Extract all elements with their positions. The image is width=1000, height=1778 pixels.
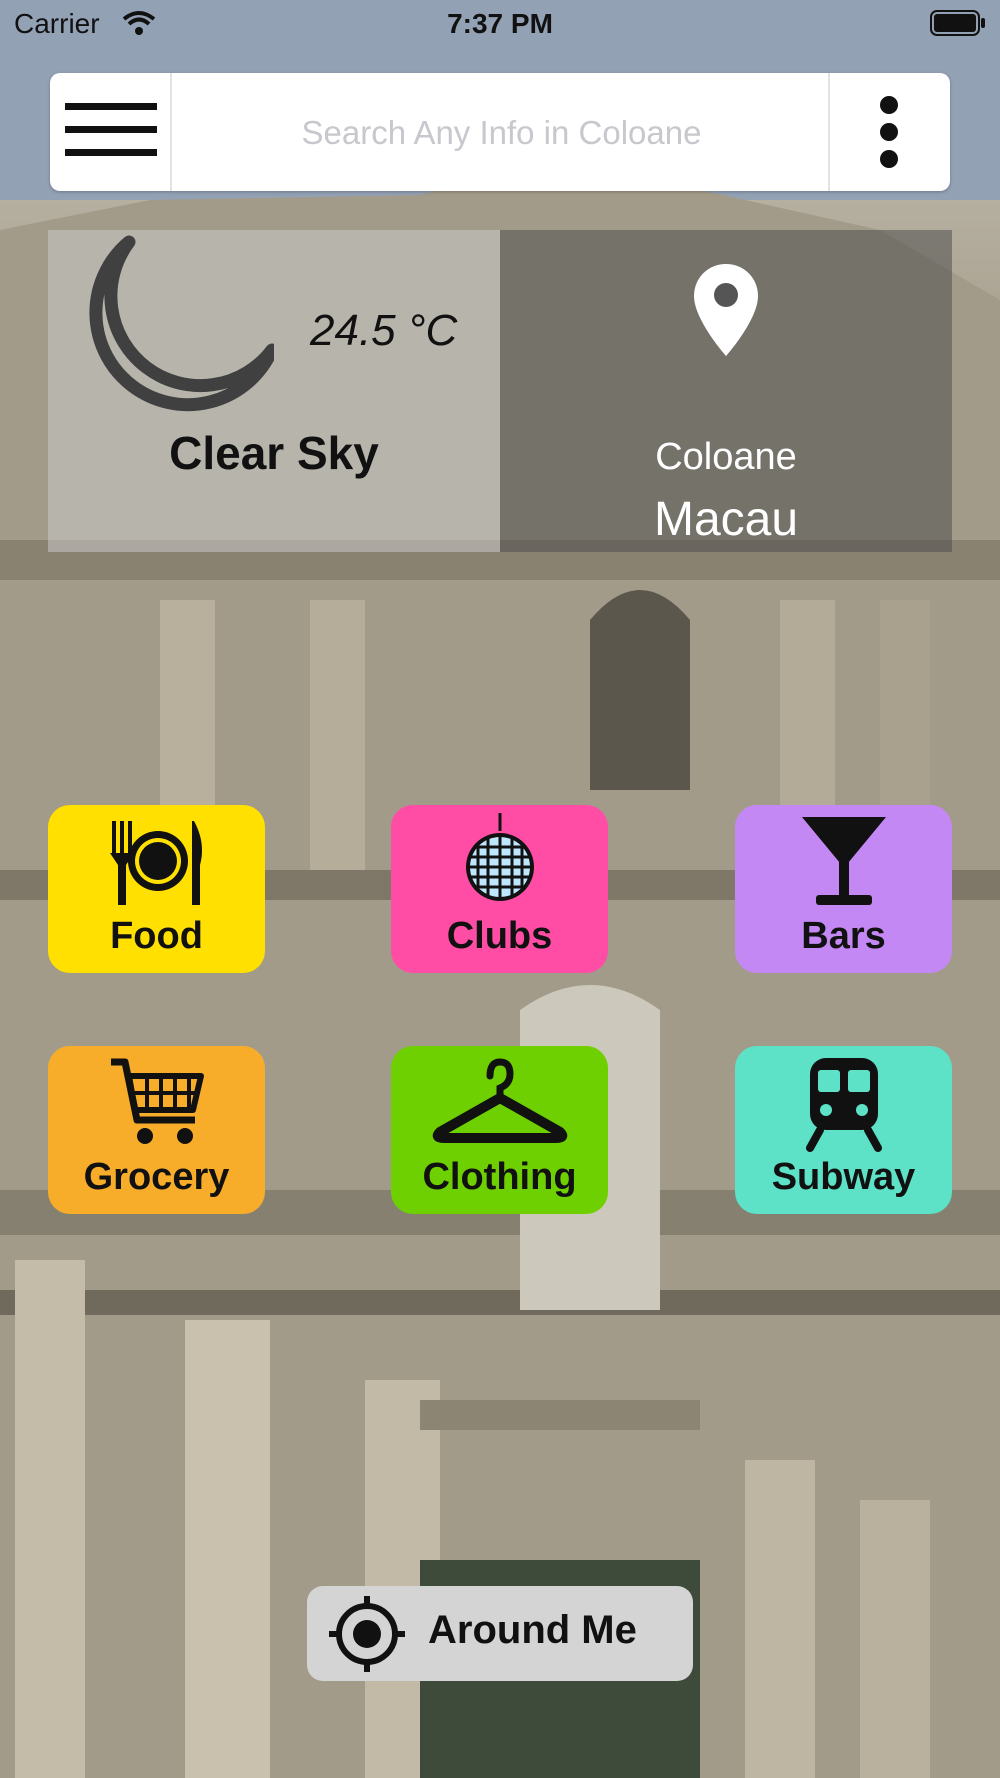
- weather-condition-label: Clear Sky: [169, 427, 379, 479]
- location-panel: Coloane Macau: [500, 230, 952, 552]
- menu-icon-line: [65, 149, 157, 156]
- category-tile-subway[interactable]: Subway: [735, 1046, 952, 1214]
- menu-icon-line: [65, 103, 157, 110]
- crosshair-icon: [329, 1596, 405, 1672]
- category-tile-clubs[interactable]: Clubs: [391, 805, 608, 973]
- more-icon-dot: [880, 123, 898, 141]
- search-input[interactable]: [172, 73, 831, 193]
- location-area-label: Coloane: [655, 436, 797, 478]
- more-icon-dot: [880, 96, 898, 114]
- weather-panel: 24.5 °C Clear Sky: [48, 230, 500, 552]
- hanger-icon: [432, 1058, 567, 1143]
- battery-icon: [930, 10, 985, 36]
- disco-ball-icon: [465, 813, 534, 901]
- location-city-label: Macau: [653, 493, 799, 546]
- more-icon-dot: [880, 150, 898, 168]
- category-tile-clothing[interactable]: Clothing: [391, 1046, 608, 1214]
- category-label: Food: [110, 915, 203, 957]
- shopping-cart-icon: [110, 1058, 204, 1144]
- search-bar: [50, 73, 950, 193]
- category-label: Clubs: [446, 915, 553, 957]
- clock: 7:37 PM: [447, 8, 553, 39]
- hamburger-menu-button[interactable]: [50, 73, 172, 191]
- around-me-label: Around Me: [428, 1608, 637, 1652]
- category-label: Bars: [801, 915, 886, 957]
- category-label: Clothing: [422, 1156, 577, 1198]
- category-tile-bars[interactable]: Bars: [735, 805, 952, 973]
- cocktail-glass-icon: [801, 817, 886, 905]
- status-bar: Carrier 7:37 PM: [0, 0, 1000, 50]
- category-label: Grocery: [83, 1156, 230, 1198]
- app-screen: Carrier 7:37 PM 24.5 °C: [0, 0, 1000, 1778]
- category-tile-food[interactable]: Food: [48, 805, 265, 973]
- fork-plate-knife-icon: [109, 821, 202, 905]
- temperature-label: 24.5 °C: [310, 306, 458, 355]
- category-tile-grocery[interactable]: Grocery: [48, 1046, 265, 1214]
- around-me-button[interactable]: Around Me: [307, 1586, 693, 1681]
- location-pin-icon: [694, 264, 758, 356]
- menu-icon-line: [65, 126, 157, 133]
- more-options-button[interactable]: [828, 73, 950, 191]
- train-icon: [805, 1058, 882, 1152]
- moon-icon: [89, 235, 274, 412]
- category-label: Subway: [771, 1156, 916, 1198]
